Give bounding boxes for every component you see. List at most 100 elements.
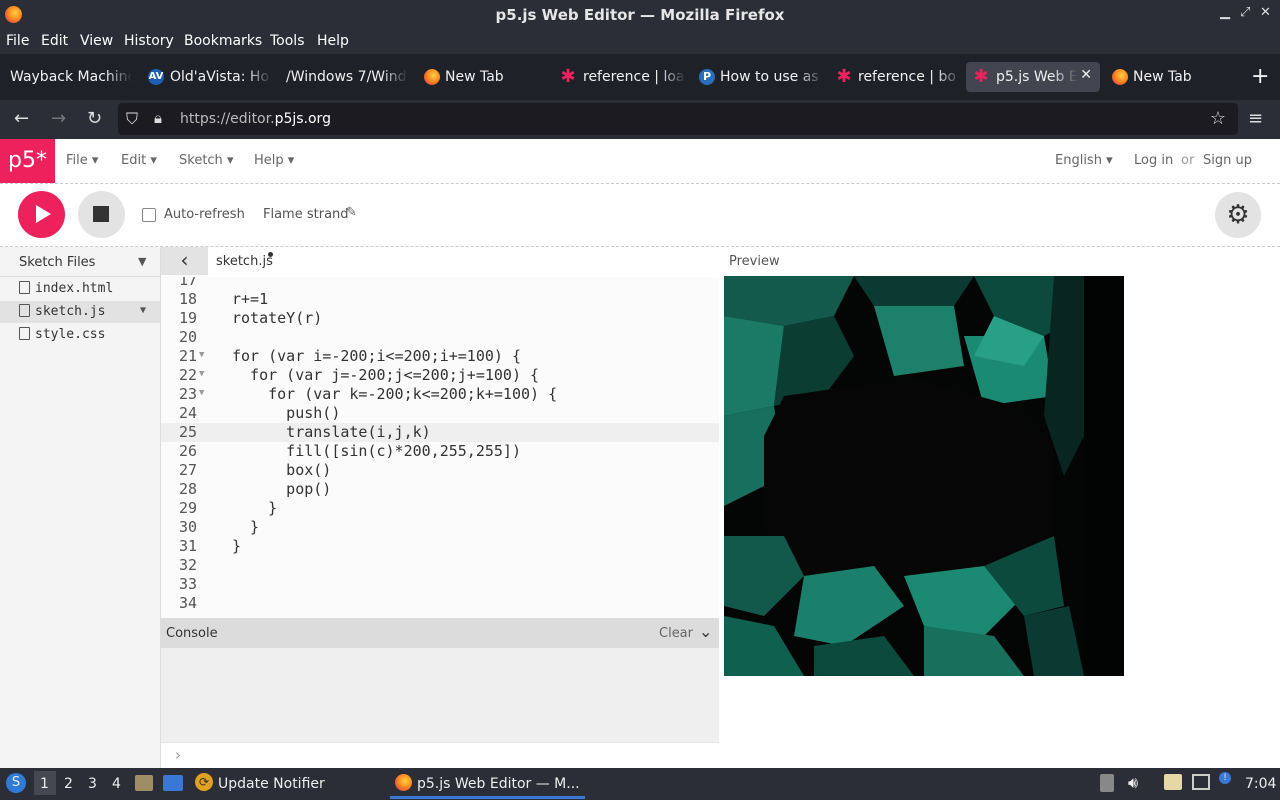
console-collapse-chevron-icon[interactable]: ⌄ [699, 622, 712, 641]
code-line[interactable]: 20 [161, 328, 719, 347]
sketch-preview-canvas[interactable] [724, 276, 1124, 676]
menu-file[interactable]: File [6, 33, 29, 49]
menu-edit[interactable]: Edit [41, 33, 68, 49]
console-output [161, 648, 719, 742]
bookmark-star-icon[interactable]: ☆ [1210, 108, 1226, 129]
p5-menu-file[interactable]: File ▾ [66, 153, 98, 168]
fold-arrow-icon[interactable]: ▼ [199, 365, 204, 384]
code-line[interactable]: 33 [161, 575, 719, 594]
tab-oldavista[interactable]: AV Old'aVista: Ho [140, 62, 272, 92]
url-text[interactable]: https://editor.p5js.org [180, 111, 331, 127]
p5-menu-sketch[interactable]: Sketch ▾ [179, 153, 233, 168]
console-clear-button[interactable]: Clear [659, 626, 693, 641]
signup-link[interactable]: Sign up [1203, 153, 1252, 168]
close-icon[interactable]: ✕ [1260, 5, 1271, 20]
p5-logo[interactable]: p5* [0, 139, 55, 183]
shield-icon[interactable]: ⛉ [126, 109, 138, 129]
code-line[interactable]: 19 rotateY(r) [161, 309, 719, 328]
play-button[interactable] [18, 191, 65, 238]
auto-refresh-checkbox[interactable] [142, 208, 156, 222]
code-line[interactable]: 31} [161, 537, 719, 556]
code-line[interactable]: 27 box() [161, 461, 719, 480]
workspace-1[interactable]: 1 [40, 776, 49, 792]
workspace-2[interactable]: 2 [64, 776, 73, 792]
console-input[interactable]: › [161, 742, 719, 769]
url-bar[interactable]: ⛉ 🔒︎ https://editor.p5js.org ☆ [118, 103, 1238, 135]
stop-button[interactable] [78, 191, 125, 238]
line-number: 19 [178, 309, 197, 327]
code-editor[interactable]: 17 18 r+=1 19 rotateY(r) 20 21 ▼ for (var i=… [161, 277, 719, 618]
minimize-icon[interactable]: ▁ [1220, 5, 1230, 20]
volume-icon[interactable]: 🔊︎ [1128, 773, 1138, 793]
file-options-icon[interactable]: ▼ [140, 305, 146, 316]
code-line[interactable]: 29 } [161, 499, 719, 518]
clipboard-icon[interactable] [1100, 774, 1114, 792]
code-line[interactable]: 22 ▼ for (var j=-200;j<=200;j+=100) { [161, 366, 719, 385]
p-icon: P [699, 69, 715, 85]
lock-icon[interactable]: 🔒︎ [154, 109, 162, 127]
tab-reference-load[interactable]: ✱ reference | loa [554, 62, 686, 92]
notes-icon[interactable] [1164, 774, 1182, 790]
settings-gear-icon[interactable]: ⚙ [1215, 192, 1261, 238]
tab-p5-editor[interactable]: ✱ p5.js Web E ✕ [966, 62, 1100, 92]
new-tab-plus-icon[interactable]: + [1251, 64, 1269, 89]
network-icon[interactable] [1192, 774, 1210, 790]
code-text: r+=1 [232, 290, 269, 308]
tab-windows7[interactable]: /Windows 7/Wind [278, 62, 408, 92]
p5-menu-edit[interactable]: Edit ▾ [121, 153, 157, 168]
desktop-icon[interactable] [163, 775, 183, 791]
code-line[interactable]: 18 r+=1 [161, 290, 719, 309]
or-text: or [1181, 153, 1195, 168]
fold-arrow-icon[interactable]: ▼ [199, 384, 204, 403]
nav-bar: ← → ↻ ⛉ 🔒︎ https://editor.p5js.org ☆ ≡ [0, 100, 1280, 139]
notification-icon[interactable]: ! [1219, 772, 1231, 784]
start-menu-icon[interactable]: S [6, 773, 26, 793]
file-icon [19, 281, 30, 294]
file-index-html[interactable]: index.html [0, 278, 160, 300]
code-line[interactable]: 32 [161, 556, 719, 575]
code-line[interactable]: 23 ▼ for (var k=-200;k<=200;k+=100) { [161, 385, 719, 404]
tab-label: New Tab [445, 69, 504, 85]
taskbar-app-firefox[interactable]: p5.js Web Editor — M... [417, 776, 580, 792]
url-prefix: https://editor. [180, 111, 275, 127]
code-line[interactable]: 17 [161, 277, 719, 290]
tab-close-icon[interactable]: ✕ [1080, 67, 1092, 83]
taskbar-app-update-notifier[interactable]: Update Notifier [218, 776, 325, 792]
tab-how-to-use[interactable]: P How to use as [692, 62, 824, 92]
hamburger-menu-icon[interactable]: ≡ [1248, 109, 1263, 129]
menu-bookmarks[interactable]: Bookmarks [184, 33, 262, 49]
code-line[interactable]: 26 fill([sin(c)*200,255,255]) [161, 442, 719, 461]
p5-menu-help[interactable]: Help ▾ [254, 153, 294, 168]
code-line-current[interactable]: 25 translate(i,j,k) [161, 423, 719, 442]
tab-new-tab-1[interactable]: New Tab [416, 62, 546, 92]
collapse-sidebar-chevron-icon[interactable]: ‹ [161, 247, 208, 275]
workspace-4[interactable]: 4 [112, 776, 121, 792]
code-line[interactable]: 28 pop() [161, 480, 719, 499]
pencil-icon[interactable]: ✎ [346, 205, 357, 220]
language-select[interactable]: English ▾ [1055, 153, 1113, 168]
file-manager-icon[interactable] [135, 775, 153, 791]
reload-icon[interactable]: ↻ [87, 109, 102, 129]
code-line[interactable]: 34 [161, 594, 719, 613]
workspace-3[interactable]: 3 [88, 776, 97, 792]
file-style-css[interactable]: style.css [0, 324, 160, 346]
sidebar-dropdown-icon[interactable]: ▼ [138, 255, 146, 268]
menu-view[interactable]: View [80, 33, 113, 49]
code-line[interactable]: 30 } [161, 518, 719, 537]
tab-wayback[interactable]: Wayback Machine [0, 62, 132, 92]
login-link[interactable]: Log in [1134, 153, 1173, 168]
sketch-name[interactable]: Flame strand [263, 207, 349, 222]
maximize-icon[interactable]: ⤢ [1240, 5, 1250, 20]
code-line[interactable]: 21 ▼ for (var i=-200;i<=200;i+=100) { [161, 347, 719, 366]
forward-arrow-icon[interactable]: → [51, 109, 66, 129]
menu-history[interactable]: History [124, 33, 174, 49]
tab-reference-box[interactable]: ✱ reference | bo [830, 62, 962, 92]
code-line[interactable]: 24 push() [161, 404, 719, 423]
tab-new-tab-2[interactable]: New Tab [1104, 62, 1236, 92]
menu-tools[interactable]: Tools [270, 33, 305, 49]
fold-arrow-icon[interactable]: ▼ [199, 346, 204, 365]
menu-help[interactable]: Help [317, 33, 349, 49]
back-arrow-icon[interactable]: ← [14, 109, 29, 129]
file-sketch-js[interactable]: sketch.js ▼ [0, 301, 160, 323]
p5-menu-label: File [66, 153, 88, 168]
